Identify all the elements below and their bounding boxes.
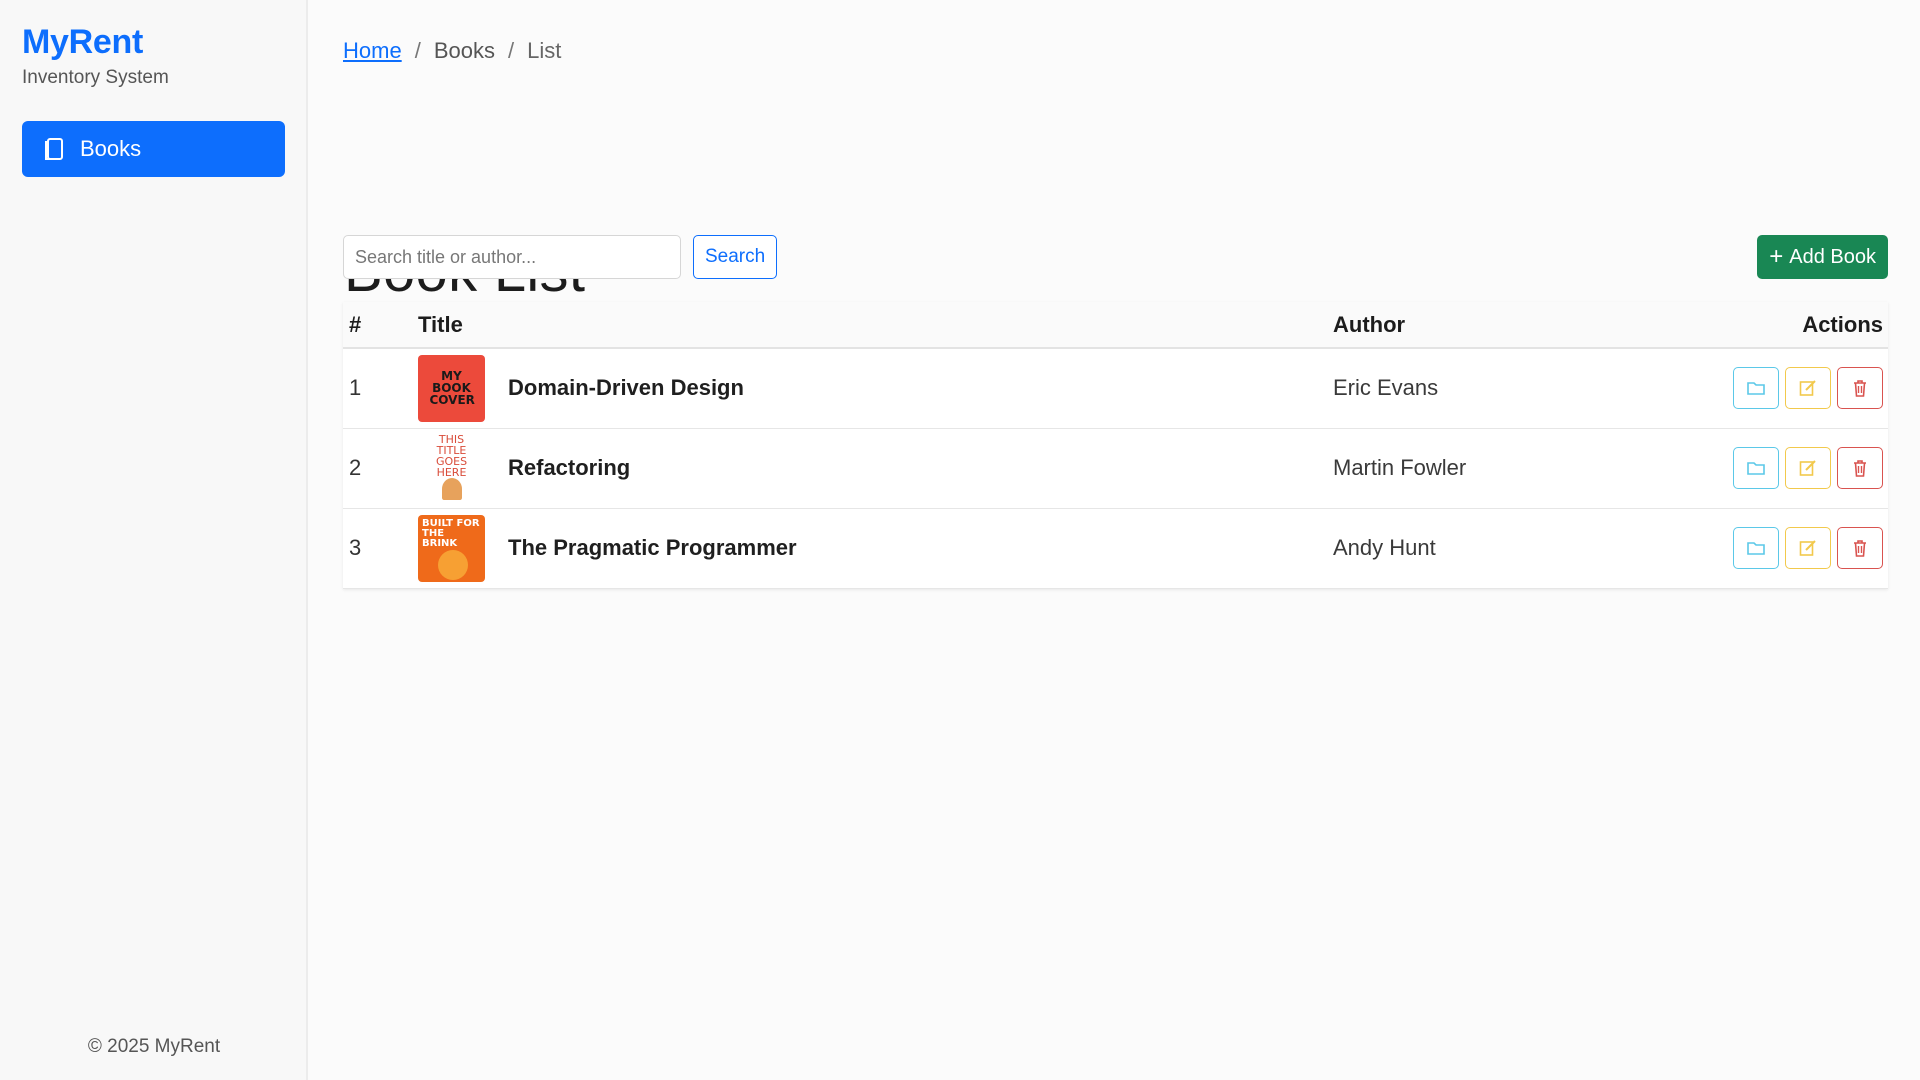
sidebar: MyRent Inventory System Books © 2025 MyR… — [0, 0, 308, 1080]
row-actions — [1589, 348, 1888, 429]
breadcrumb-current: List — [527, 38, 562, 63]
cover-text: THIS TITLE GOES HERE — [435, 434, 468, 479]
row-number: 2 — [343, 428, 418, 509]
column-header-actions: Actions — [1589, 302, 1888, 349]
table-header: # Title Author Actions — [343, 302, 1888, 349]
table-row: 2 THIS TITLE GOES HERE Refactoring Marti… — [343, 428, 1888, 509]
book-title[interactable]: Domain-Driven Design — [508, 375, 744, 401]
plus-icon: + — [1769, 243, 1784, 270]
row-actions — [1589, 508, 1888, 589]
sidebar-nav: Books — [22, 120, 285, 177]
toolbar: Search + Add Book — [343, 235, 1888, 279]
row-number: 3 — [343, 508, 418, 589]
title-cell: MY BOOK COVER Domain-Driven Design — [418, 348, 1333, 429]
cover-text: BUILT FOR THE BRINK — [422, 517, 480, 549]
column-header-title[interactable]: Title — [418, 302, 1333, 349]
edit-button[interactable] — [1785, 367, 1831, 410]
view-button[interactable] — [1733, 447, 1779, 489]
edit-icon — [1799, 380, 1816, 397]
book-cover-image: MY BOOK COVER — [418, 354, 485, 422]
book-title[interactable]: The Pragmatic Programmer — [508, 535, 797, 561]
book-author: Martin Fowler — [1333, 428, 1590, 509]
table-row: 3 BUILT FOR THE BRINK The Pragmatic Prog… — [343, 508, 1888, 589]
breadcrumb-separator: / — [414, 38, 421, 63]
delete-button[interactable] — [1837, 447, 1883, 489]
brand-title[interactable]: MyRent — [22, 22, 284, 63]
book-author: Andy Hunt — [1333, 508, 1590, 589]
breadcrumb-separator: / — [507, 38, 515, 63]
cover-text: MY BOOK COVER — [429, 369, 475, 408]
folder-icon — [1747, 382, 1765, 396]
edit-button[interactable] — [1785, 447, 1831, 489]
folder-icon — [1747, 462, 1765, 475]
view-button[interactable] — [1733, 527, 1779, 569]
cover-illustration — [442, 477, 462, 500]
delete-button[interactable] — [1837, 367, 1883, 410]
app: MyRent Inventory System Books © 2025 MyR… — [0, 0, 1920, 1080]
book-icon — [44, 136, 66, 162]
sidebar-item-books[interactable]: Books — [22, 120, 285, 177]
row-actions — [1589, 428, 1888, 509]
breadcrumb-home-link[interactable]: Home — [343, 38, 402, 64]
book-cover-image: BUILT FOR THE BRINK — [418, 514, 485, 582]
column-header-num[interactable]: # — [343, 302, 418, 349]
search-input[interactable] — [343, 235, 681, 279]
title-cell: BUILT FOR THE BRINK The Pragmatic Progra… — [418, 508, 1333, 589]
breadcrumb-books: Books — [433, 38, 495, 63]
row-number: 1 — [343, 348, 418, 429]
books-table: # Title Author Actions 1 MY BOOK COVER D… — [343, 302, 1888, 589]
breadcrumb: Home / Books / List — [343, 34, 1888, 68]
sidebar-item-label: Books — [80, 135, 142, 161]
delete-button[interactable] — [1837, 527, 1883, 569]
book-cover-image: THIS TITLE GOES HERE — [418, 434, 485, 502]
add-book-label: Add Book — [1789, 245, 1876, 268]
trash-icon — [1854, 460, 1866, 477]
trash-icon — [1854, 540, 1866, 557]
column-header-author[interactable]: Author — [1333, 302, 1590, 349]
edit-button[interactable] — [1785, 527, 1831, 569]
title-cell: THIS TITLE GOES HERE Refactoring — [418, 428, 1333, 509]
add-book-button[interactable]: + Add Book — [1757, 235, 1888, 279]
search-button[interactable]: Search — [693, 235, 778, 279]
edit-icon — [1799, 460, 1816, 476]
folder-icon — [1747, 542, 1765, 555]
book-author: Eric Evans — [1333, 348, 1590, 429]
book-title[interactable]: Refactoring — [508, 455, 630, 481]
brand-subtitle: Inventory System — [22, 66, 169, 88]
table-row: 1 MY BOOK COVER Domain-Driven Design Eri… — [343, 348, 1888, 429]
sidebar-footer: © 2025 MyRent — [87, 1036, 221, 1057]
cover-illustration — [438, 549, 468, 580]
view-button[interactable] — [1733, 367, 1779, 410]
main-content: Home / Books / List Book List Search + A… — [308, 0, 1920, 1080]
trash-icon — [1854, 380, 1866, 398]
edit-icon — [1799, 540, 1816, 556]
